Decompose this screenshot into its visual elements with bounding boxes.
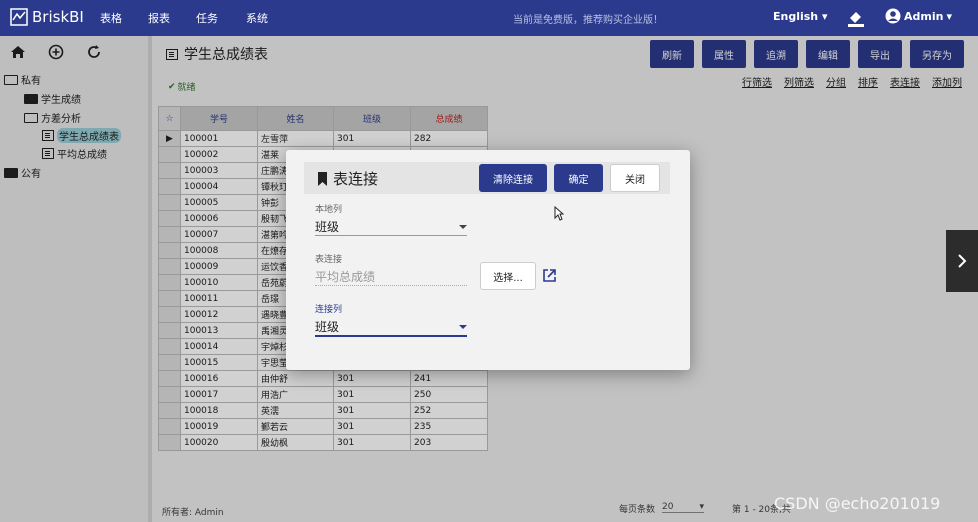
nav-system[interactable]: 系统 — [246, 10, 268, 26]
field-value: 平均总成绩 — [315, 270, 376, 284]
language-selector[interactable]: English ▾ — [773, 10, 828, 23]
nav-tasks[interactable]: 任务 — [196, 10, 218, 26]
field-value: 班级 — [315, 320, 340, 334]
nav-reports[interactable]: 报表 — [148, 10, 170, 26]
field-value: 班级 — [315, 220, 340, 234]
logo-text: BriskBI — [32, 8, 84, 26]
dialog-header: 表连接 清除连接 确定 关闭 — [304, 162, 670, 194]
account-icon — [885, 8, 901, 24]
bookmark-icon — [318, 171, 327, 186]
license-notice: 当前是免费版，推荐购买企业版！ — [513, 15, 663, 26]
confirm-button[interactable]: 确定 — [554, 164, 603, 192]
field-label: 表连接 — [315, 255, 343, 265]
field-label: 本地列 — [315, 205, 343, 215]
watermark: CSDN @echo201019 — [774, 494, 941, 513]
local-column-field[interactable]: 本地列 班级 — [315, 202, 467, 236]
select-table-button[interactable]: 选择... — [480, 262, 536, 290]
join-column-field[interactable]: 连接列 班级 — [315, 302, 467, 337]
nav-tables[interactable]: 表格 — [100, 10, 122, 26]
join-table-field: 表连接 平均总成绩 — [315, 252, 467, 286]
logo-icon — [10, 8, 28, 26]
dialog-title: 表连接 — [316, 168, 378, 189]
top-bar: BriskBI 表格 报表 任务 系统 当前是免费版，推荐购买企业版！ Engl… — [0, 0, 978, 36]
caret-down-icon — [459, 224, 467, 229]
app-logo[interactable]: BriskBI — [10, 8, 84, 26]
open-in-new-icon[interactable] — [542, 268, 557, 283]
mouse-cursor-icon — [554, 206, 564, 221]
caret-down-icon — [459, 324, 467, 329]
chevron-right-icon — [958, 254, 967, 268]
language-label: English — [773, 10, 819, 23]
paint-bucket-icon[interactable] — [846, 8, 866, 28]
dialog-title-text: 表连接 — [333, 170, 379, 188]
clear-join-button[interactable]: 清除连接 — [479, 164, 547, 192]
join-dialog: 表连接 清除连接 确定 关闭 本地列 班级 表连接 平均总成绩 选择... 连接… — [286, 150, 690, 370]
user-name: Admin — [904, 9, 944, 23]
close-button[interactable]: 关闭 — [610, 164, 660, 192]
next-panel-button[interactable] — [946, 230, 978, 292]
field-label: 连接列 — [315, 305, 343, 315]
user-menu[interactable]: Admin ▾ — [885, 8, 952, 24]
